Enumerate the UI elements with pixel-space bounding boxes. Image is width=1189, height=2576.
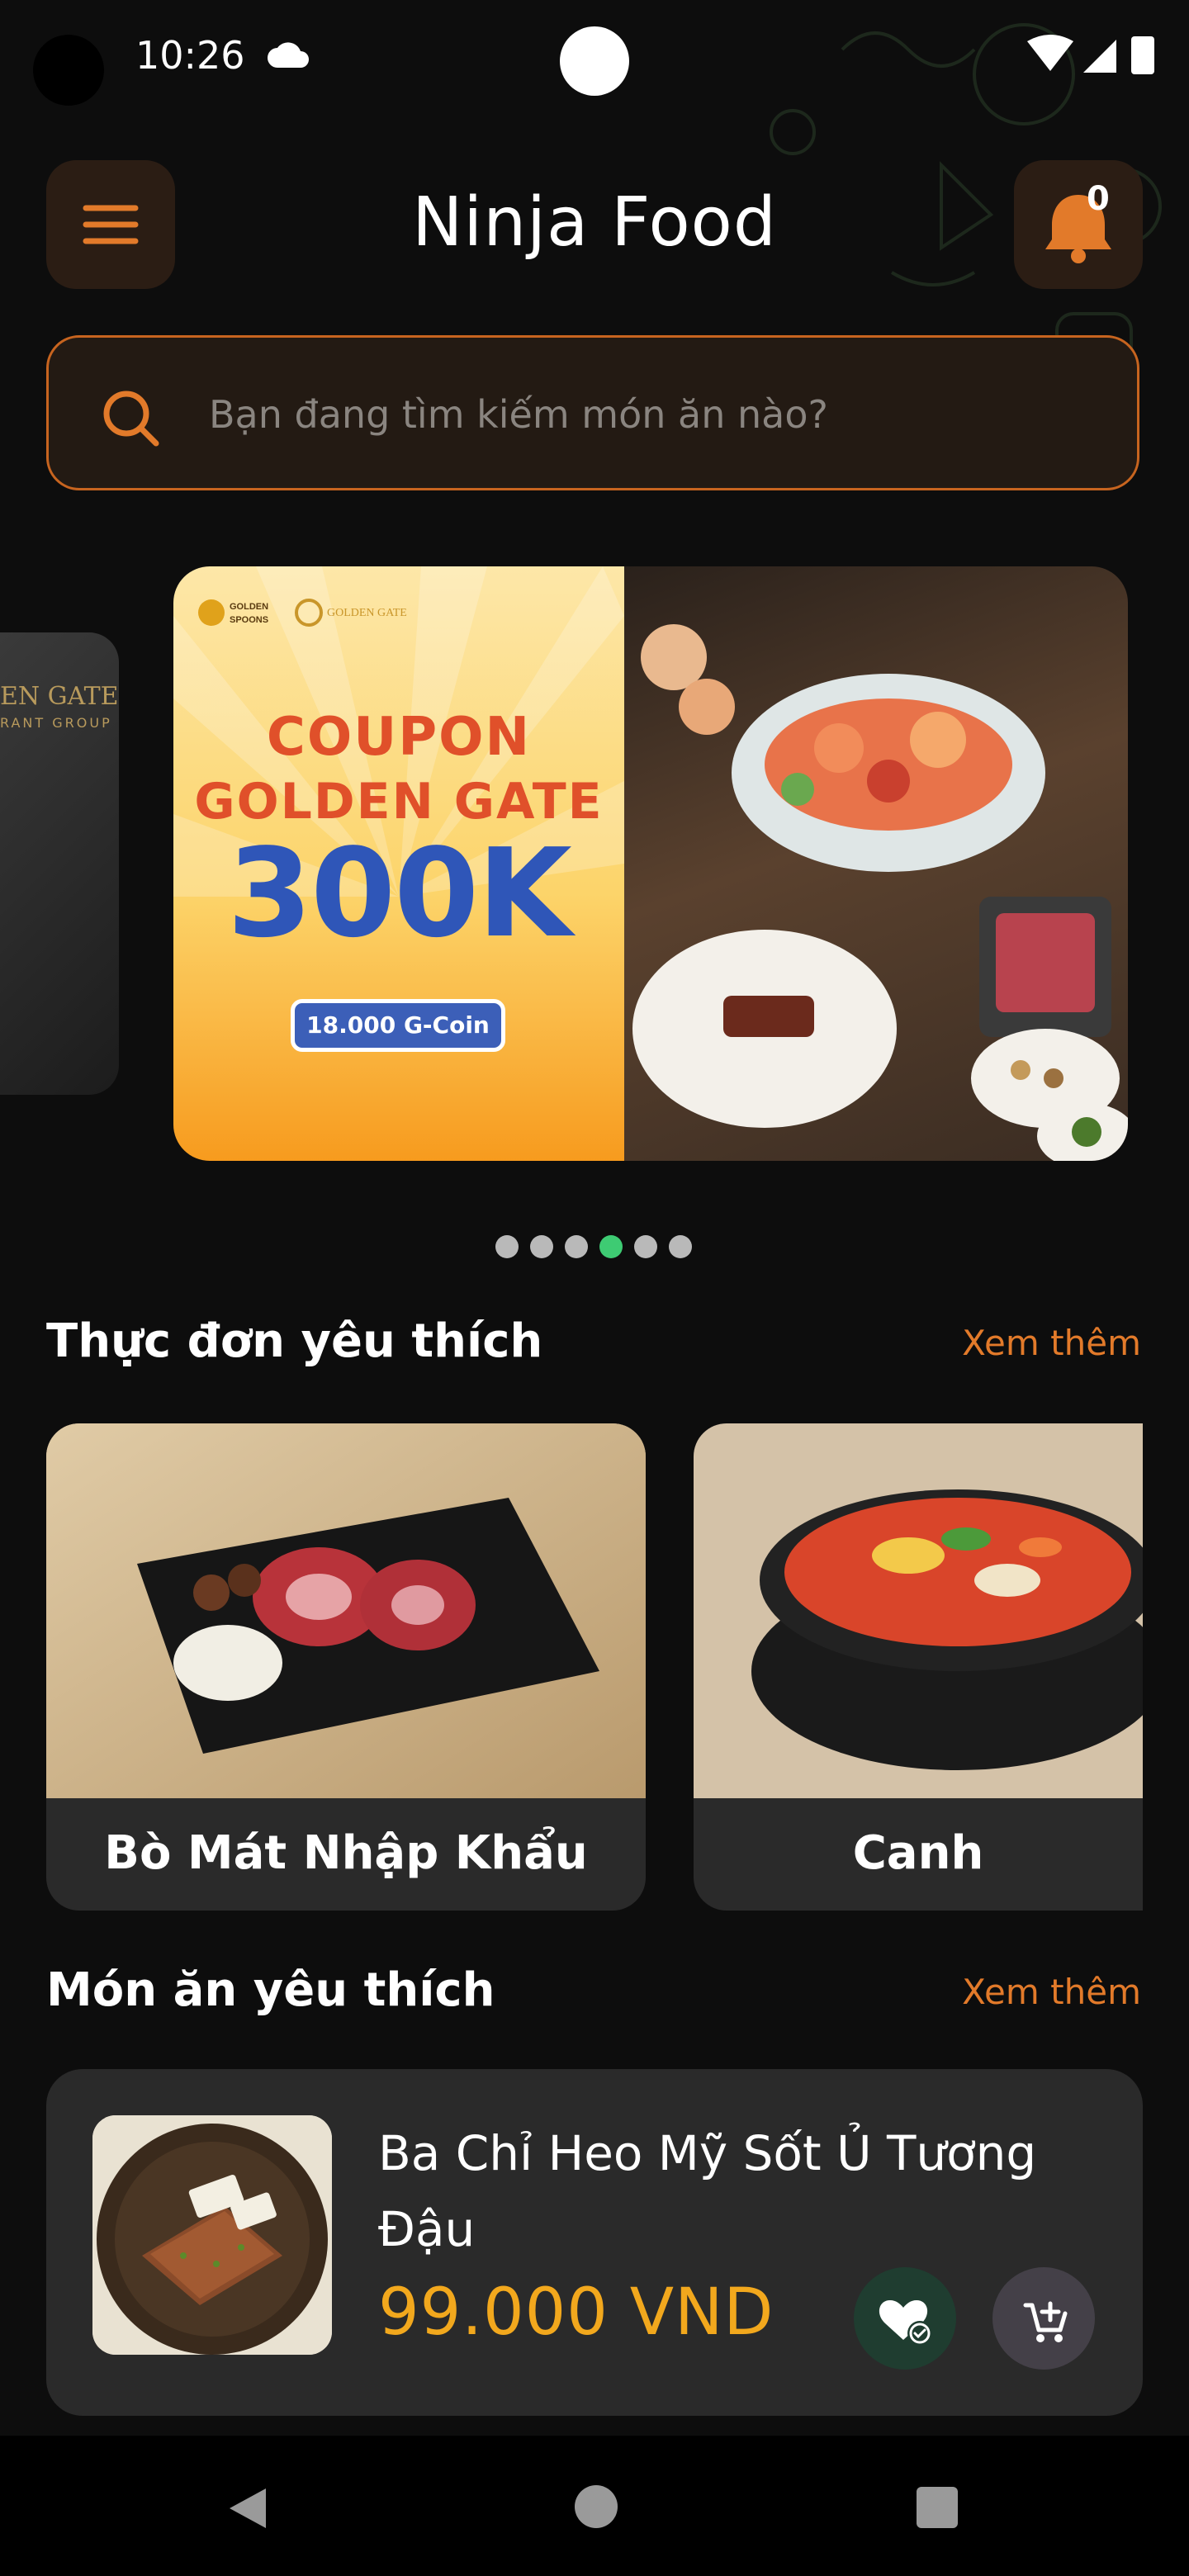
svg-text:SPOONS: SPOONS <box>230 615 268 625</box>
back-icon[interactable] <box>225 2484 274 2533</box>
dish-image <box>92 2115 332 2355</box>
battery-icon <box>1131 36 1154 74</box>
menu-card[interactable]: Canh <box>694 1423 1143 1911</box>
carousel-dot[interactable] <box>669 1235 692 1258</box>
wifi-icon <box>1027 35 1073 71</box>
search-bar[interactable] <box>46 335 1139 490</box>
dish-price: 99.000 VND <box>378 2275 775 2350</box>
carousel-dot[interactable] <box>599 1235 623 1258</box>
favorite-button[interactable] <box>854 2267 956 2370</box>
banner-food-photo <box>624 566 1128 1161</box>
add-to-cart-button[interactable] <box>992 2267 1095 2370</box>
dish-name: Ba Chỉ Heo Mỹ Sốt Ủ Tương Đậu <box>378 2125 1037 2257</box>
svg-text:GOLDEN GATE: GOLDEN GATE <box>327 607 407 619</box>
search-input[interactable] <box>207 371 1111 458</box>
banner-promo-panel: GOLDEN SPOONS GOLDEN GATE COUPON GOLDEN … <box>173 566 624 1161</box>
signal-icon <box>1083 40 1116 73</box>
carousel-dot[interactable] <box>530 1235 553 1258</box>
system-status-icons <box>1027 35 1154 74</box>
cloud-icon <box>268 42 309 68</box>
food-spread-image <box>632 624 1128 1161</box>
menu-card-image <box>46 1423 646 1798</box>
previous-banner-subtitle: RANT GROUP <box>0 715 112 731</box>
favorite-dishes-more-link[interactable]: Xem thêm <box>962 1972 1141 2012</box>
recents-icon[interactable] <box>917 2487 958 2528</box>
search-icon <box>103 391 159 447</box>
camera-cutout <box>33 35 104 106</box>
app-title: Ninja Food <box>412 183 777 262</box>
menu-card-label: Canh <box>852 1826 984 1880</box>
home-icon[interactable] <box>575 2485 618 2528</box>
favorite-menu-more-link[interactable]: Xem thêm <box>962 1323 1141 1363</box>
golden-gate-logo: GOLDEN GATE <box>295 599 407 627</box>
favorite-menu-title: Thực đơn yêu thích <box>46 1314 543 1368</box>
status-time: 10:26 <box>135 33 245 78</box>
bell-icon <box>1045 195 1111 263</box>
notification-badge: 0 <box>1087 180 1110 218</box>
favorite-dishes-title: Món ăn yêu thích <box>46 1963 495 2017</box>
status-bar: 10:26 <box>0 0 1189 116</box>
previous-banner-brand: EN GATE <box>0 682 119 711</box>
system-navigation-bar <box>0 2436 1189 2576</box>
menu-card[interactable]: Bò Mát Nhập Khẩu <box>46 1423 646 1911</box>
carousel-dot[interactable] <box>565 1235 588 1258</box>
carousel-dot[interactable] <box>634 1235 657 1258</box>
golden-spoons-logo: GOLDEN SPOONS <box>198 599 268 626</box>
carousel-indicators <box>495 1235 697 1260</box>
previous-banner[interactable]: EN GATE RANT GROUP <box>0 632 119 1095</box>
menu-card-image <box>694 1423 1143 1798</box>
add-to-cart-icon <box>1023 2301 1068 2342</box>
coin-price-badge: 18.000 G-Coin <box>291 999 505 1052</box>
notifications-button[interactable] <box>1014 160 1143 289</box>
dish-card[interactable]: Ba Chỉ Heo Mỹ Sốt Ủ Tương Đậu 99.000 VND <box>46 2069 1143 2416</box>
menu-card-label: Bò Mát Nhập Khẩu <box>104 1826 588 1880</box>
front-camera <box>560 26 629 96</box>
coupon-line-1: COUPON <box>266 707 532 768</box>
svg-text:GOLDEN: GOLDEN <box>230 602 268 612</box>
favorite-check-icon <box>879 2300 932 2346</box>
coupon-amount: 300K <box>227 822 572 964</box>
carousel-dot[interactable] <box>495 1235 519 1258</box>
promo-banner[interactable]: GOLDEN SPOONS GOLDEN GATE COUPON GOLDEN … <box>173 566 1128 1161</box>
